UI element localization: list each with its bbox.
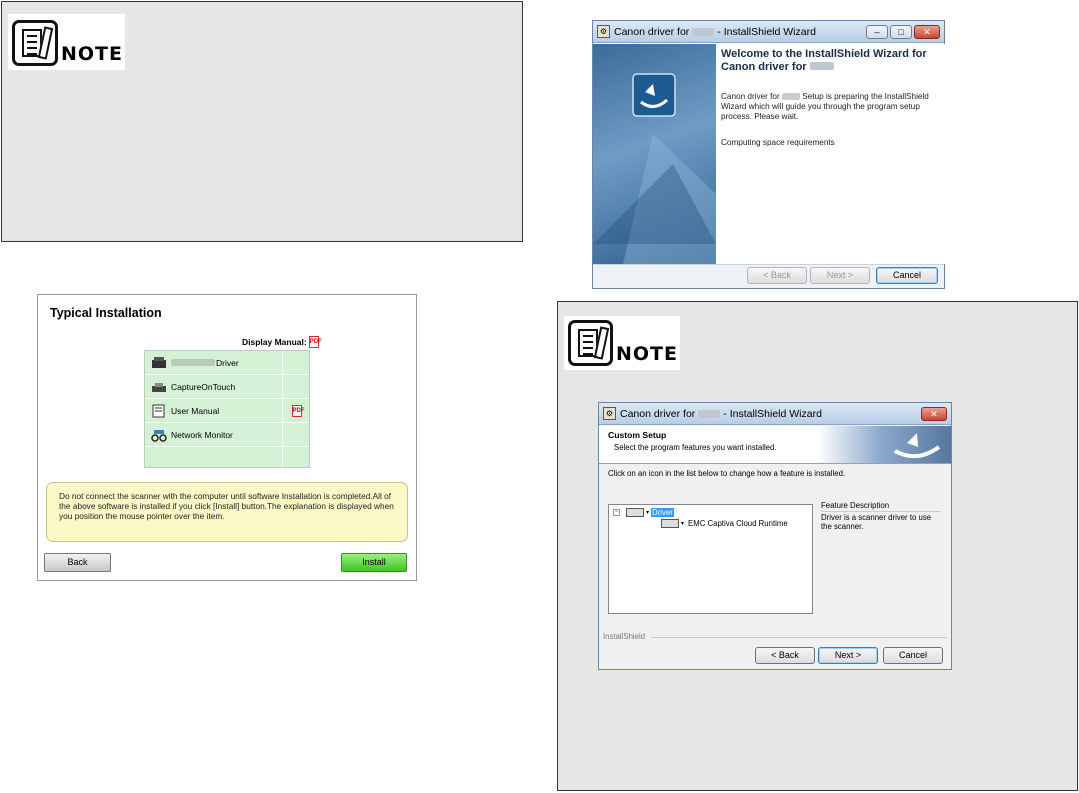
redacted-model [782,93,800,101]
installer-app-icon: ⚙ [603,407,616,420]
note-box-top-left: NOTE [1,1,523,242]
tree-root[interactable]: − ▾ Driver [613,508,674,517]
description-title: Feature Description [821,501,941,512]
dropdown-arrow-icon[interactable]: ▾ [681,520,684,527]
minimize-icon[interactable]: – [866,24,888,39]
drive-icon[interactable] [626,508,644,517]
feature-tree[interactable]: − ▾ Driver ▾ EMC Captiva Cloud Runtime [608,504,813,614]
installshield-welcome-window: ⚙ Canon driver for - InstallShield Wizar… [592,20,945,289]
title-bar: ⚙ Canon driver for - InstallShield Wizar… [593,21,944,43]
note-icon [568,320,613,366]
separator-line [651,637,947,638]
scanner-icon [152,356,166,368]
list-item-user-manual[interactable]: User Manual PDF [145,399,309,423]
capture-icon [152,382,166,392]
pdf-icon[interactable]: PDF [308,336,322,348]
redacted-model [809,62,834,70]
welcome-heading: Welcome to the InstallShield Wizard for … [721,48,927,73]
note-icon [12,20,58,66]
collapse-icon[interactable]: − [613,509,620,516]
cancel-button[interactable]: Cancel [883,647,943,664]
dropdown-arrow-icon[interactable]: ▾ [646,509,649,516]
window-title-suffix: - InstallShield Wizard [723,407,822,420]
feature-description-panel: Feature Description Driver is a scanner … [821,501,941,611]
display-manual: Display Manual: PDF [242,336,322,348]
header-title: Custom Setup [608,430,667,440]
manual-cell [282,375,310,398]
tree-root-label: Driver [651,508,674,517]
wizard-side-panel [593,44,716,264]
note-label: NOTE [616,343,678,365]
close-icon[interactable]: ✕ [921,406,947,421]
back-button[interactable]: < Back [755,647,815,664]
pdf-icon[interactable]: PDF [291,404,305,417]
wizard-content: Welcome to the InstallShield Wizard for … [716,44,945,264]
setup-header: Custom Setup Select the program features… [599,426,951,464]
note-box-right: NOTE ⚙ Canon driver for - InstallShield … [557,301,1078,791]
note-badge: NOTE [564,316,680,370]
status-text: Computing space requirements [721,138,835,147]
manual-cell: PDF [282,399,310,422]
title-bar: ⚙ Canon driver for - InstallShield Wizar… [599,403,951,425]
manual-cell [282,447,310,471]
tree-child-label: EMC Captiva Cloud Runtime [688,519,788,528]
drive-icon[interactable] [661,519,679,528]
panel-title: Typical Installation [50,306,162,320]
redacted-model [171,359,215,366]
note-badge: NOTE [8,14,125,70]
header-subtitle: Select the program features you want ins… [614,443,777,452]
installshield-custom-setup-window: ⚙ Canon driver for - InstallShield Wizar… [598,402,952,670]
tree-child[interactable]: ▾ EMC Captiva Cloud Runtime [661,519,788,528]
network-icon [151,429,167,442]
manual-cell [282,351,310,374]
installshield-logo-icon [894,433,941,459]
back-button[interactable]: < Back [747,267,807,284]
description-text: Driver is a scanner driver to use the sc… [821,513,932,531]
cancel-button[interactable]: Cancel [876,267,938,284]
info-message: Do not connect the scanner with the comp… [46,482,408,542]
next-button[interactable]: Next > [810,267,870,284]
installshield-label: InstallShield [603,632,649,641]
install-button[interactable]: Install [341,553,407,572]
manual-cell [282,423,310,446]
list-item-empty [145,447,309,471]
welcome-body: Canon driver for Setup is preparing the … [721,92,929,121]
redacted-model [692,27,715,36]
typical-installation-panel: Typical Installation Display Manual: PDF… [37,294,417,581]
redacted-model [698,409,721,418]
back-button[interactable]: Back [44,553,111,572]
close-icon[interactable]: ✕ [914,24,940,39]
window-title-prefix: Canon driver for [620,407,696,420]
installer-app-icon: ⚙ [597,25,610,38]
list-item-driver[interactable]: Driver [145,351,309,375]
manual-icon [152,404,165,417]
software-list: Driver CaptureOnTouch User Manual PDF Ne… [144,350,310,471]
maximize-icon[interactable]: □ [890,24,912,39]
window-title-suffix: - InstallShield Wizard [717,25,816,38]
next-button[interactable]: Next > [818,647,878,664]
list-item-captureontouch[interactable]: CaptureOnTouch [145,375,309,399]
wizard-banner-graphic [593,73,716,264]
list-item-network-monitor[interactable]: Network Monitor [145,423,309,447]
instruction-text: Click on an icon in the list below to ch… [608,469,846,478]
note-label: NOTE [61,43,123,65]
window-title-prefix: Canon driver for [614,25,690,38]
